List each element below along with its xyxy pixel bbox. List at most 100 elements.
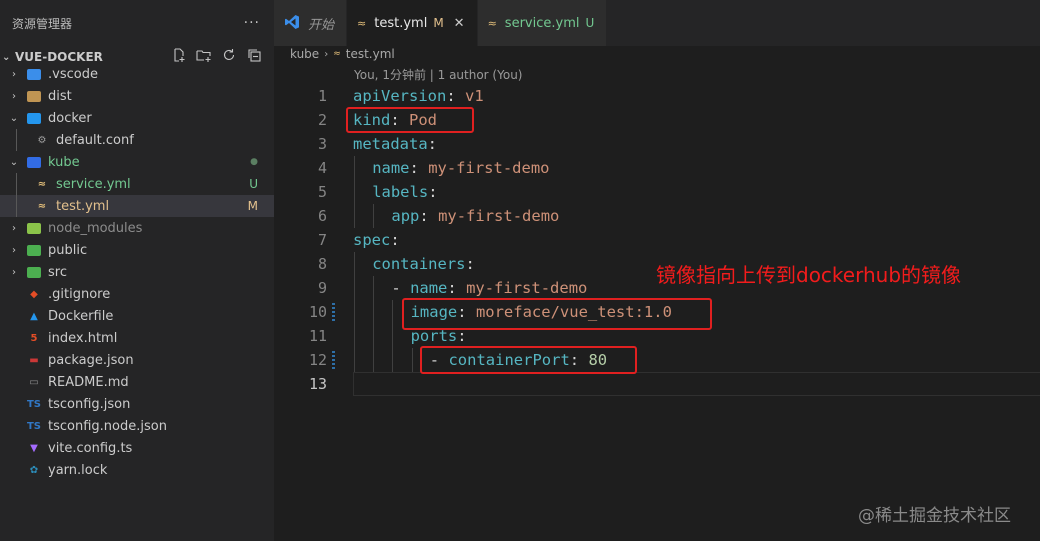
file-item-index-html[interactable]: 5 index.html	[0, 327, 274, 349]
tab-label: 开始	[308, 17, 335, 33]
tab-test-yml[interactable]: ≈ test.yml M ✕	[347, 0, 478, 46]
file-item-package-json[interactable]: ▬ package.json	[0, 349, 274, 371]
code-line[interactable]: 5 labels:	[274, 180, 1040, 204]
file-type-icon: 5	[30, 332, 38, 344]
file-item-test-yml[interactable]: ≈ test.yml M	[0, 195, 274, 217]
code-token: :	[427, 135, 437, 153]
folder-item-node-modules[interactable]: › node_modules	[0, 217, 274, 239]
code-line[interactable]: 7 spec:	[274, 228, 1040, 252]
folder-icon	[26, 265, 42, 279]
file-type-icon: ≈	[37, 178, 47, 190]
tree-item-label: vite.config.ts	[48, 440, 133, 456]
folder-item-public[interactable]: › public	[0, 239, 274, 261]
tree-item-label: index.html	[48, 330, 118, 346]
indent-guide	[354, 276, 355, 300]
file-item-yarn-lock[interactable]: ✿ yarn.lock	[0, 459, 274, 481]
tree-item-label: kube	[48, 154, 80, 170]
folder-item-vscode[interactable]: › .vscode	[0, 63, 274, 85]
git-blame-codelens[interactable]: You, 1分钟前 | 1 author (You)	[354, 66, 522, 83]
file-item-gitignore[interactable]: ◆ .gitignore	[0, 283, 274, 305]
folder-shape	[27, 266, 41, 278]
code-token: containers	[372, 255, 466, 273]
indent-guide	[373, 204, 375, 228]
file-item-readme-md[interactable]: ▭ README.md	[0, 371, 274, 393]
line-number: 11	[308, 327, 327, 345]
file-type-icon: ◆	[30, 288, 38, 300]
explorer-header: 资源管理器 ···	[0, 0, 274, 46]
code-token: :	[446, 87, 465, 105]
folder-item-dist[interactable]: › dist	[0, 85, 274, 107]
code-line[interactable]: 3 metadata:	[274, 132, 1040, 156]
chevron-right-icon: ›	[12, 68, 16, 80]
file-type-icon: ✿	[29, 464, 39, 476]
tab-welcome[interactable]: 开始	[274, 0, 348, 46]
file-item-default-conf[interactable]: ⚙ default.conf	[0, 129, 274, 151]
code-text: app: my-first-demo	[391, 207, 559, 225]
folder-item-kube[interactable]: ⌄ kube ●	[0, 151, 274, 173]
folder-shape	[27, 90, 41, 102]
code-line[interactable]: 6 app: my-first-demo	[274, 204, 1040, 228]
line-number: 7	[317, 231, 327, 249]
file-item-dockerfile[interactable]: ▲ Dockerfile	[0, 305, 274, 327]
indent-guide	[411, 348, 413, 372]
file-item-tsconfig-node-json[interactable]: TS tsconfig.node.json	[0, 415, 274, 437]
more-actions-icon[interactable]: ···	[244, 15, 260, 31]
code-line[interactable]: 13	[274, 372, 1040, 396]
tree-item-label: test.yml	[56, 198, 110, 214]
file-type-icon: TS	[26, 398, 42, 410]
chevron-down-icon: ⌄	[9, 156, 19, 168]
file-type-icon: ▭	[29, 376, 39, 388]
indent-guide	[16, 195, 17, 217]
code-text: containers:	[372, 255, 475, 273]
file-item-tsconfig-json[interactable]: TS tsconfig.json	[0, 393, 274, 415]
folder-item-src[interactable]: › src	[0, 261, 274, 283]
indent-guide	[354, 156, 355, 180]
folder-shape	[27, 222, 41, 234]
indent-guide	[373, 348, 375, 372]
code-token: spec	[353, 231, 391, 249]
tab-label: test.yml	[374, 15, 428, 31]
indent-guide	[354, 204, 355, 228]
tree-item-label: docker	[48, 110, 92, 126]
file-type-icon: ⚙	[37, 134, 47, 146]
breadcrumb-folder[interactable]: kube	[290, 47, 319, 61]
git-modified-gutter	[332, 351, 335, 369]
code-line[interactable]: 12- containerPort: 80	[274, 348, 1040, 372]
watermark: @稀土掘金技术社区	[858, 506, 1011, 526]
tree-item-label: .gitignore	[48, 286, 111, 302]
chevron-down-icon: ⌄	[2, 51, 11, 63]
tab-git-status: M	[433, 16, 444, 30]
file-item-vite-config-ts[interactable]: ▼ vite.config.ts	[0, 437, 274, 459]
code-token: -	[391, 279, 411, 297]
yaml-file-icon: ≈	[357, 16, 367, 30]
close-icon[interactable]: ✕	[454, 16, 465, 31]
code-token: labels	[372, 183, 429, 201]
indent-guide	[392, 324, 394, 348]
folder-icon	[26, 89, 42, 103]
yaml-file-icon: ≈	[487, 16, 497, 30]
chevron-right-icon: ›	[12, 266, 16, 278]
git-status-badge: U	[249, 177, 258, 191]
code-token: name	[410, 279, 448, 297]
breadcrumb-file[interactable]: test.yml	[346, 47, 395, 61]
editor-tabs: 开始 ≈ test.yml M ✕ ≈ service.yml U	[274, 0, 1040, 46]
git-status-badge: ●	[250, 157, 258, 167]
code-token: :	[428, 183, 438, 201]
file-item-service-yml[interactable]: ≈ service.yml U	[0, 173, 274, 195]
code-token: :	[390, 231, 400, 249]
git-modified-gutter	[332, 303, 335, 321]
code-token: :	[465, 255, 475, 273]
tab-service-yml[interactable]: ≈ service.yml U	[477, 0, 608, 46]
indent-guide	[373, 324, 375, 348]
line-number: 8	[317, 255, 327, 273]
code-token: metadata	[353, 135, 428, 153]
tree-item-label: .vscode	[48, 66, 98, 82]
folder-shape	[27, 112, 41, 124]
code-line[interactable]: 1 apiVersion: v1	[274, 84, 1040, 108]
folder-icon	[26, 155, 42, 169]
code-line[interactable]: 4 name: my-first-demo	[274, 156, 1040, 180]
folder-item-docker[interactable]: ⌄ docker	[0, 107, 274, 129]
annotation-box-image	[402, 298, 712, 330]
folder-shape	[27, 244, 41, 256]
code-token: :	[447, 279, 467, 297]
